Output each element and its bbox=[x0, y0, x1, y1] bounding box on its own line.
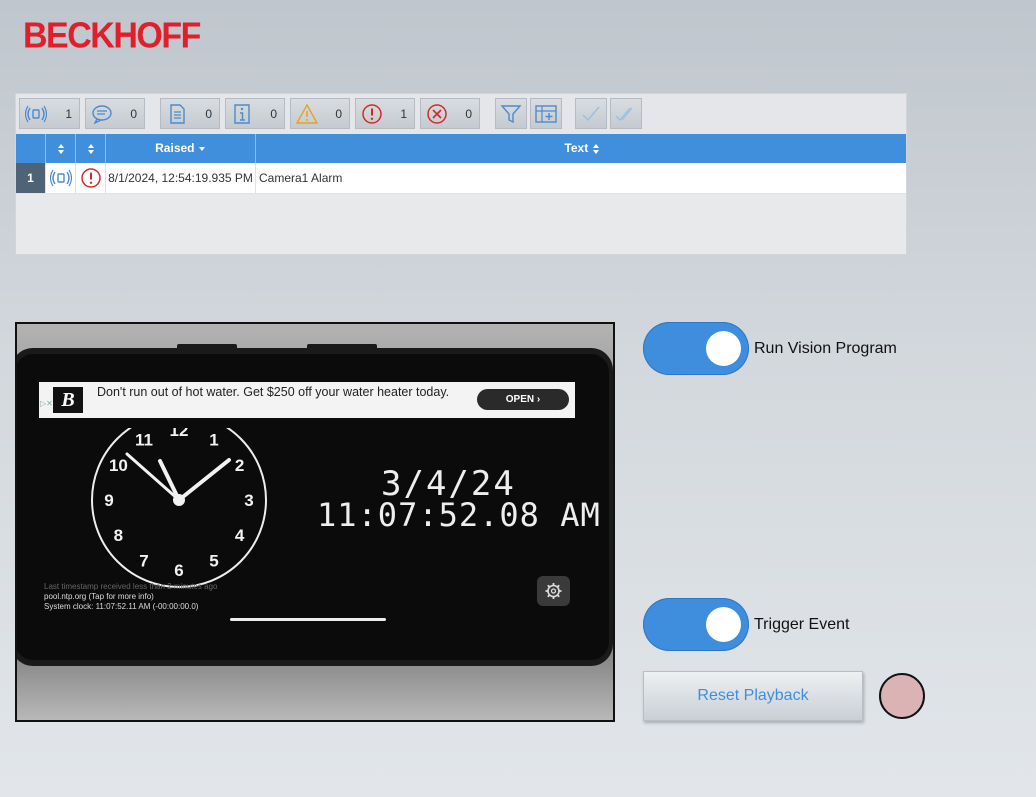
columns-button[interactable] bbox=[530, 98, 562, 129]
filter-document-button[interactable]: 0 bbox=[160, 98, 220, 129]
ad-open-label: OPEN bbox=[505, 394, 535, 405]
header-text-label: Text bbox=[564, 141, 589, 155]
document-count: 0 bbox=[205, 107, 212, 121]
run-vision-label: Run Vision Program bbox=[754, 340, 897, 357]
clock-numeral: 5 bbox=[209, 552, 218, 571]
filter-icon bbox=[500, 105, 522, 124]
confirm-icon bbox=[582, 106, 600, 122]
toggle-knob bbox=[706, 607, 741, 642]
row-severity-cell bbox=[76, 163, 106, 193]
trigger-event-toggle[interactable] bbox=[643, 598, 749, 651]
clock-numeral: 10 bbox=[109, 456, 128, 475]
filter-button[interactable] bbox=[495, 98, 527, 129]
event-grid: 1 0 0 0 0 1 0 Raised Text 1 8/1/2024, 12… bbox=[15, 93, 907, 255]
header-source-sort[interactable] bbox=[46, 134, 76, 163]
ntp-status-line3: System clock: 11:07:52.11 AM (-00:00:00.… bbox=[44, 602, 199, 611]
beckhoff-logo: BECKHOFF bbox=[23, 16, 201, 56]
document-icon bbox=[170, 104, 185, 124]
ntp-status-line1: Last timestamp received less than 2 minu… bbox=[44, 582, 218, 591]
sort-desc-icon bbox=[198, 146, 205, 151]
table-row[interactable]: 1 8/1/2024, 12:54:19.935 PM Camera1 Alar… bbox=[16, 163, 906, 194]
clock-numeral: 11 bbox=[135, 430, 153, 449]
sort-icon bbox=[87, 143, 94, 154]
clock-numeral: 1 bbox=[209, 430, 218, 449]
warning-count: 0 bbox=[335, 107, 342, 121]
error-count: 1 bbox=[400, 107, 407, 121]
event-grid-toolbar: 1 0 0 0 0 1 0 bbox=[16, 94, 906, 134]
home-indicator bbox=[230, 618, 386, 621]
toggle-knob bbox=[706, 331, 741, 366]
ad-banner[interactable]: B Don't run out of hot water. Get $250 o… bbox=[39, 382, 575, 418]
filter-info-button[interactable]: 0 bbox=[225, 98, 285, 129]
clock-numeral: 9 bbox=[104, 491, 113, 510]
critical-count: 0 bbox=[465, 107, 472, 121]
header-severity-sort[interactable] bbox=[76, 134, 106, 163]
header-raised-label: Raised bbox=[155, 141, 195, 155]
filter-message-button[interactable]: 0 bbox=[85, 98, 145, 129]
reset-playback-button[interactable]: Reset Playback bbox=[643, 671, 863, 721]
ntp-status-line2: pool.ntp.org (Tap for more info) bbox=[44, 592, 154, 601]
filter-error-button[interactable]: 1 bbox=[355, 98, 415, 129]
clock-numeral: 6 bbox=[174, 561, 183, 580]
digital-time: 11:07:52.08 AM bbox=[317, 496, 601, 534]
message-count: 0 bbox=[130, 107, 137, 121]
row-source-cell bbox=[46, 163, 76, 193]
ad-text: Don't run out of hot water. Get $250 off… bbox=[97, 386, 450, 399]
filter-critical-button[interactable]: 0 bbox=[420, 98, 480, 129]
filter-warning-button[interactable]: 0 bbox=[290, 98, 350, 129]
filter-alarm-button[interactable]: 1 bbox=[19, 98, 80, 129]
alarm-count: 1 bbox=[65, 107, 72, 121]
ad-open-button[interactable]: OPEN › bbox=[477, 389, 569, 410]
message-icon bbox=[92, 105, 112, 124]
clock-numeral: 4 bbox=[235, 526, 245, 545]
clock-numeral: 8 bbox=[114, 526, 123, 545]
settings-button[interactable] bbox=[537, 576, 570, 606]
warning-icon bbox=[296, 104, 318, 124]
error-icon bbox=[81, 168, 101, 188]
event-grid-header: Raised Text bbox=[16, 134, 906, 163]
clock-numeral: 7 bbox=[139, 552, 148, 571]
row-raised: 8/1/2024, 12:54:19.935 PM bbox=[106, 163, 256, 193]
camera-feed: B Don't run out of hot water. Get $250 o… bbox=[15, 322, 615, 722]
trigger-event-label: Trigger Event bbox=[754, 616, 850, 633]
columns-icon bbox=[535, 105, 557, 123]
run-vision-toggle[interactable] bbox=[643, 322, 749, 375]
row-text: Camera1 Alarm bbox=[259, 171, 343, 185]
info-icon bbox=[234, 104, 250, 124]
clock-numeral: 2 bbox=[235, 456, 244, 475]
header-raised[interactable]: Raised bbox=[106, 134, 256, 163]
clock-numeral: 12 bbox=[170, 428, 189, 440]
confirm-all-button[interactable] bbox=[610, 98, 642, 129]
sort-icon bbox=[592, 143, 599, 154]
gear-icon bbox=[545, 583, 562, 599]
ntp-status: Last timestamp received less than 2 minu… bbox=[44, 582, 217, 612]
sort-icon bbox=[57, 143, 64, 154]
status-indicator-lamp bbox=[879, 673, 925, 719]
alarm-signal-icon bbox=[25, 105, 47, 123]
ad-logo: B bbox=[53, 387, 83, 413]
header-text[interactable]: Text bbox=[256, 134, 908, 163]
alarm-signal-icon bbox=[50, 169, 72, 187]
clock-numeral: 3 bbox=[244, 491, 253, 510]
header-row-number bbox=[16, 134, 46, 163]
info-count: 0 bbox=[270, 107, 277, 121]
row-number: 1 bbox=[16, 163, 46, 193]
error-icon bbox=[362, 104, 382, 124]
critical-icon bbox=[427, 104, 447, 124]
confirm-button[interactable] bbox=[575, 98, 607, 129]
ad-choices-icon[interactable]: ▷✕ bbox=[40, 399, 53, 408]
confirm-all-icon bbox=[615, 107, 633, 121]
